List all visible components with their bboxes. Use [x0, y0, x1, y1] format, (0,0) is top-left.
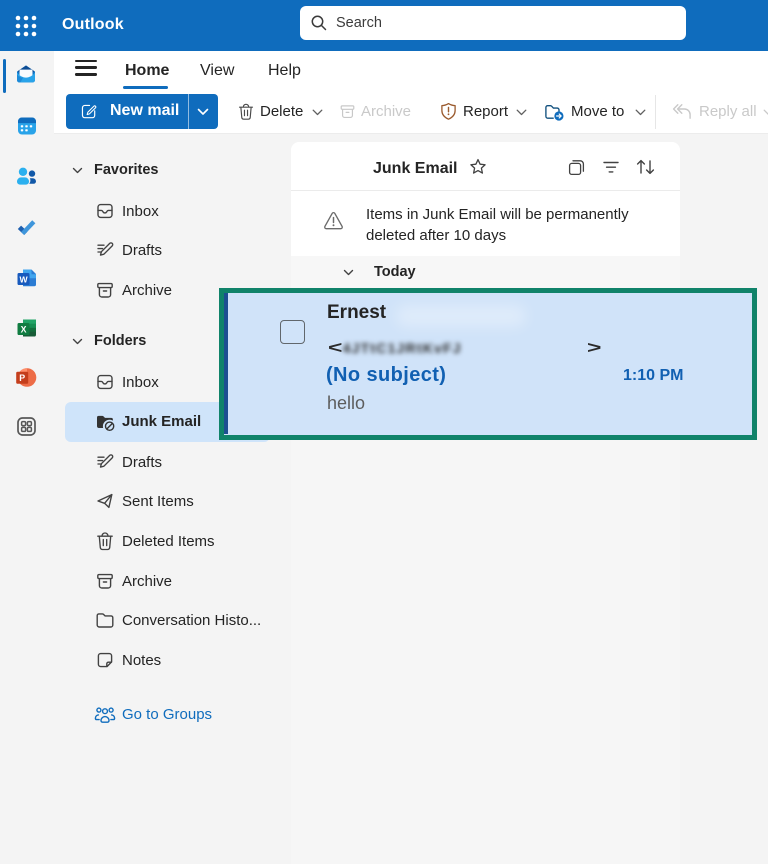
svg-text:W: W	[19, 274, 28, 284]
svg-text:P: P	[19, 373, 25, 383]
svg-text:X: X	[21, 324, 27, 334]
